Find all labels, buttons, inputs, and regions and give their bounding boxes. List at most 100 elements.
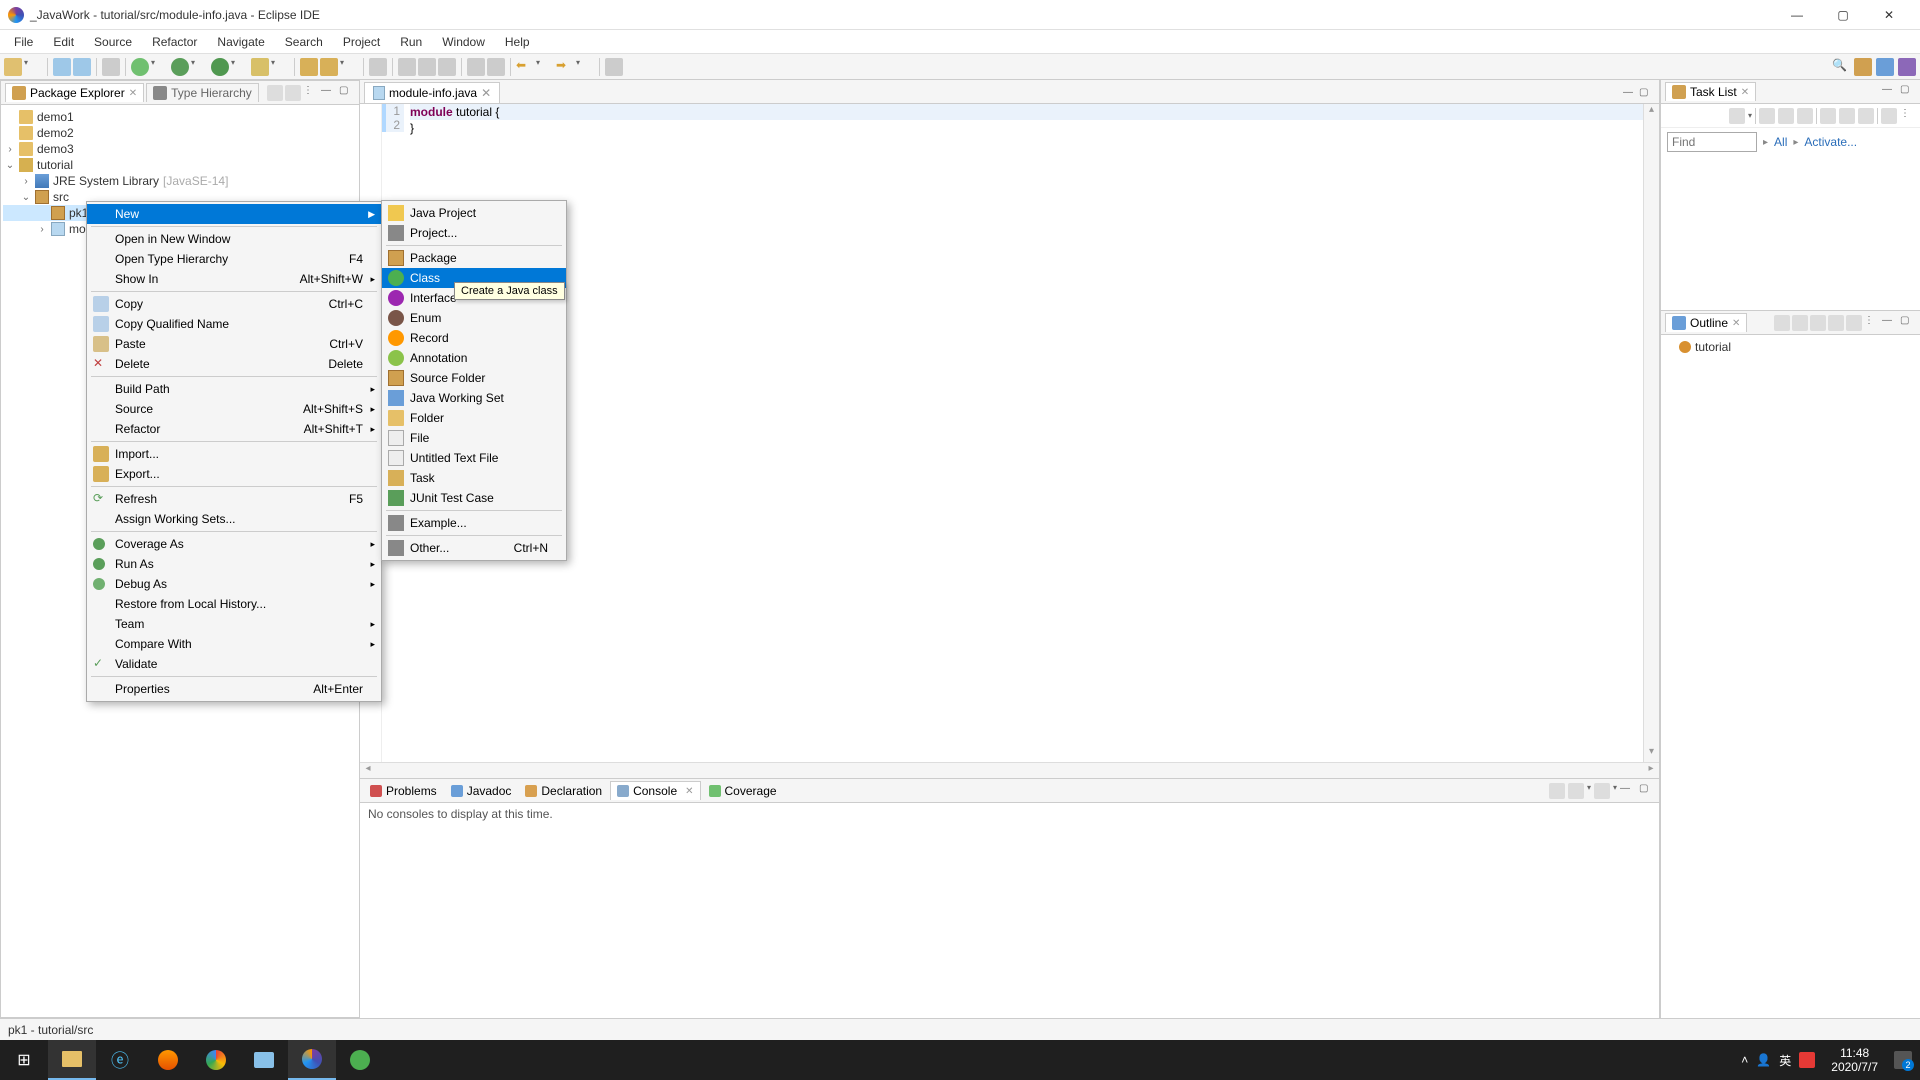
task-toolbar-icon[interactable] bbox=[1797, 108, 1813, 124]
start-button[interactable]: ⊞ bbox=[0, 1040, 48, 1080]
task-toolbar-icon[interactable] bbox=[1858, 108, 1874, 124]
sub-java-project[interactable]: Java Project bbox=[382, 203, 566, 223]
close-tab-icon[interactable]: ✕ bbox=[481, 86, 491, 100]
close-tab-icon[interactable]: ✕ bbox=[1741, 87, 1749, 98]
task-all-link[interactable]: All bbox=[1774, 135, 1787, 149]
tab-javadoc[interactable]: Javadoc bbox=[445, 782, 518, 800]
maximize-view-icon[interactable]: ▢ bbox=[1639, 783, 1655, 799]
toolbar-icon[interactable] bbox=[438, 58, 456, 76]
sub-untitled[interactable]: Untitled Text File bbox=[382, 448, 566, 468]
ctx-compare[interactable]: Compare With▸ bbox=[87, 634, 381, 654]
ctx-paste[interactable]: PasteCtrl+V bbox=[87, 334, 381, 354]
sub-folder[interactable]: Folder bbox=[382, 408, 566, 428]
dropdown-arrow-icon[interactable]: ▾ bbox=[1748, 111, 1752, 120]
scroll-right-icon[interactable]: ▸ bbox=[1643, 763, 1659, 779]
task-toolbar-icon[interactable] bbox=[1820, 108, 1836, 124]
minimize-view-icon[interactable]: — bbox=[321, 85, 337, 101]
ctx-new[interactable]: New▶ bbox=[87, 204, 381, 224]
menu-run[interactable]: Run bbox=[390, 32, 432, 52]
taskbar-ie[interactable]: ⓔ bbox=[96, 1040, 144, 1080]
minimize-button[interactable]: — bbox=[1774, 0, 1820, 30]
tab-console[interactable]: Console✕ bbox=[610, 781, 700, 800]
outline-toolbar-icon[interactable] bbox=[1792, 315, 1808, 331]
dropdown-arrow-icon[interactable]: ▾ bbox=[24, 58, 42, 76]
dropdown-arrow-icon[interactable]: ▾ bbox=[340, 58, 358, 76]
ctx-open-window[interactable]: Open in New Window bbox=[87, 229, 381, 249]
dropdown-arrow-icon[interactable]: ▾ bbox=[576, 58, 594, 76]
tray-icon[interactable]: 👤 bbox=[1756, 1053, 1771, 1067]
minimize-view-icon[interactable]: — bbox=[1620, 783, 1636, 799]
code-area[interactable]: module tutorial { } bbox=[404, 104, 1659, 762]
view-menu-icon[interactable]: ⋮ bbox=[303, 85, 319, 101]
dropdown-arrow-icon[interactable]: ▾ bbox=[151, 58, 169, 76]
close-tab-icon[interactable]: ✕ bbox=[685, 786, 693, 797]
toolbar-icon[interactable] bbox=[467, 58, 485, 76]
ctx-delete[interactable]: ✕DeleteDelete bbox=[87, 354, 381, 374]
link-editor-icon[interactable] bbox=[285, 85, 301, 101]
tray-chevron-icon[interactable]: ˄ bbox=[1741, 1053, 1748, 1067]
tab-task-list[interactable]: Task List ✕ bbox=[1665, 82, 1756, 101]
maximize-view-icon[interactable]: ▢ bbox=[339, 85, 355, 101]
console-toolbar-icon[interactable] bbox=[1568, 783, 1584, 799]
horizontal-scrollbar[interactable]: ◂ ▸ bbox=[360, 762, 1659, 778]
outline-toolbar-icon[interactable] bbox=[1846, 315, 1862, 331]
taskbar-eclipse[interactable] bbox=[288, 1040, 336, 1080]
sub-annotation[interactable]: Annotation bbox=[382, 348, 566, 368]
ctx-coverage[interactable]: Coverage As▸ bbox=[87, 534, 381, 554]
menu-source[interactable]: Source bbox=[84, 32, 142, 52]
task-toolbar-icon[interactable] bbox=[1729, 108, 1745, 124]
tree-item-demo2[interactable]: demo2 bbox=[3, 125, 357, 141]
view-menu-icon[interactable]: ⋮ bbox=[1900, 108, 1916, 124]
outline-toolbar-icon[interactable] bbox=[1774, 315, 1790, 331]
taskbar-file-explorer[interactable] bbox=[48, 1040, 96, 1080]
tab-coverage[interactable]: Coverage bbox=[703, 782, 783, 800]
close-tab-icon[interactable]: ✕ bbox=[129, 88, 137, 99]
run-icon[interactable] bbox=[171, 58, 189, 76]
close-tab-icon[interactable]: ✕ bbox=[1732, 318, 1740, 329]
tab-problems[interactable]: Problems bbox=[364, 782, 443, 800]
ctx-validate[interactable]: ✓Validate bbox=[87, 654, 381, 674]
sub-project[interactable]: Project... bbox=[382, 223, 566, 243]
toolbar-icon[interactable] bbox=[398, 58, 416, 76]
maximize-view-icon[interactable]: ▢ bbox=[1900, 315, 1916, 331]
search-icon[interactable] bbox=[369, 58, 387, 76]
ctx-team[interactable]: Team▸ bbox=[87, 614, 381, 634]
tray-icon[interactable] bbox=[1799, 1052, 1815, 1068]
pin-icon[interactable] bbox=[605, 58, 623, 76]
dropdown-arrow-icon[interactable]: ▾ bbox=[536, 58, 554, 76]
tray-ime[interactable]: 英 bbox=[1779, 1052, 1791, 1069]
dropdown-arrow-icon[interactable]: ▾ bbox=[1587, 783, 1591, 799]
minimize-view-icon[interactable]: — bbox=[1882, 315, 1898, 331]
ctx-open-hierarchy[interactable]: Open Type HierarchyF4 bbox=[87, 249, 381, 269]
ctx-refresh[interactable]: ⟳RefreshF5 bbox=[87, 489, 381, 509]
menu-edit[interactable]: Edit bbox=[43, 32, 84, 52]
menu-window[interactable]: Window bbox=[432, 32, 495, 52]
taskbar-clock[interactable]: 11:48 2020/7/7 bbox=[1823, 1046, 1886, 1075]
menu-project[interactable]: Project bbox=[333, 32, 390, 52]
coverage-icon[interactable] bbox=[211, 58, 229, 76]
sub-java-ws[interactable]: Java Working Set bbox=[382, 388, 566, 408]
ctx-run-as[interactable]: Run As▸ bbox=[87, 554, 381, 574]
task-toolbar-icon[interactable] bbox=[1881, 108, 1897, 124]
ctx-import[interactable]: Import... bbox=[87, 444, 381, 464]
outline-toolbar-icon[interactable] bbox=[1810, 315, 1826, 331]
sub-example[interactable]: Example... bbox=[382, 513, 566, 533]
tab-package-explorer[interactable]: Package Explorer ✕ bbox=[5, 83, 144, 102]
sub-junit[interactable]: JUnit Test Case bbox=[382, 488, 566, 508]
ctx-show-in[interactable]: Show InAlt+Shift+W▸ bbox=[87, 269, 381, 289]
collapse-all-icon[interactable] bbox=[267, 85, 283, 101]
debug-icon[interactable] bbox=[131, 58, 149, 76]
tree-item-jre[interactable]: › JRE System Library [JavaSE-14] bbox=[3, 173, 357, 189]
taskbar-firefox[interactable] bbox=[144, 1040, 192, 1080]
console-toolbar-icon[interactable] bbox=[1549, 783, 1565, 799]
save-all-icon[interactable] bbox=[73, 58, 91, 76]
ctx-copy-qn[interactable]: Copy Qualified Name bbox=[87, 314, 381, 334]
ctx-copy[interactable]: CopyCtrl+C bbox=[87, 294, 381, 314]
menu-help[interactable]: Help bbox=[495, 32, 540, 52]
menu-search[interactable]: Search bbox=[275, 32, 333, 52]
sub-package[interactable]: Package bbox=[382, 248, 566, 268]
ctx-properties[interactable]: PropertiesAlt+Enter bbox=[87, 679, 381, 699]
tree-item-tutorial[interactable]: ⌄ tutorial bbox=[3, 157, 357, 173]
ctx-restore[interactable]: Restore from Local History... bbox=[87, 594, 381, 614]
scroll-left-icon[interactable]: ◂ bbox=[360, 763, 376, 779]
